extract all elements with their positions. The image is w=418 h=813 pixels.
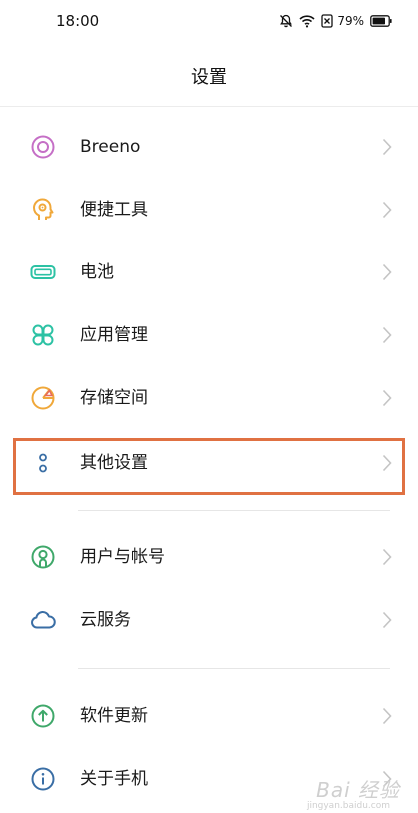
menu-item-cloud-service[interactable]: 云服务 (0, 589, 418, 651)
header-divider (0, 106, 418, 107)
group-divider (78, 668, 390, 669)
battery-icon (30, 259, 56, 285)
status-icons: 79% (279, 12, 392, 30)
battery-icon (370, 15, 392, 27)
cloud-icon (30, 607, 56, 633)
chevron-right-icon (382, 138, 392, 156)
wifi-icon (299, 14, 315, 28)
pie-chart-icon (30, 385, 56, 411)
chevron-right-icon (382, 389, 392, 407)
menu-item-label: 电池 (80, 262, 114, 282)
menu-item-label: 云服务 (80, 610, 131, 630)
user-icon (30, 544, 56, 570)
highlight-box (13, 438, 405, 495)
menu-item-battery[interactable]: 电池 (0, 241, 418, 303)
status-time: 18:00 (56, 12, 100, 30)
sim-x-icon (321, 14, 333, 28)
menu-item-label: 应用管理 (80, 325, 148, 345)
menu-item-label: Breeno (80, 137, 141, 157)
header: 设置 (0, 56, 418, 100)
menu-item-label: 用户与帐号 (80, 547, 165, 567)
page-title: 设置 (191, 67, 227, 88)
breeno-icon (30, 134, 56, 160)
chevron-right-icon (382, 707, 392, 725)
chevron-right-icon (382, 611, 392, 629)
watermark: Bai 经验 (316, 778, 400, 802)
status-bar: 18:00 79% (0, 0, 418, 44)
menu-item-storage[interactable]: 存储空间 (0, 367, 418, 429)
chevron-right-icon (382, 326, 392, 344)
watermark-sub: jingyan.baidu.com (306, 801, 390, 811)
menu-item-user-accounts[interactable]: 用户与帐号 (0, 526, 418, 588)
menu-item-software-update[interactable]: 软件更新 (0, 685, 418, 747)
battery-percent: 79% (337, 14, 364, 28)
info-icon (30, 766, 56, 792)
head-tool-icon (30, 197, 56, 223)
chevron-right-icon (382, 263, 392, 281)
chevron-right-icon (382, 548, 392, 566)
menu-item-breeno[interactable]: Breeno (0, 116, 418, 178)
apps-grid-icon (30, 322, 56, 348)
menu-item-app-management[interactable]: 应用管理 (0, 304, 418, 366)
menu-item-shortcut-tools[interactable]: 便捷工具 (0, 179, 418, 241)
chevron-right-icon (382, 201, 392, 219)
menu-item-label: 关于手机 (80, 769, 148, 789)
menu-item-label: 存储空间 (80, 388, 148, 408)
menu-item-label: 便捷工具 (80, 200, 148, 220)
group-divider (78, 510, 390, 511)
update-arrow-icon (30, 703, 56, 729)
menu-item-label: 软件更新 (80, 706, 148, 726)
mute-bell-icon (279, 14, 293, 28)
